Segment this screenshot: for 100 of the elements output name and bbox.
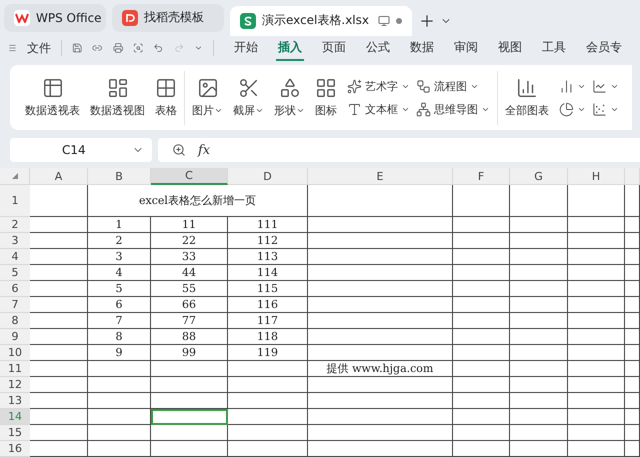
row-header[interactable]: 16 (0, 441, 30, 457)
table-cell (30, 361, 88, 377)
document-tab[interactable]: 找稻壳模板 (112, 4, 224, 32)
line-chart-icon[interactable] (592, 78, 607, 94)
ribbon-button[interactable]: 截屏 (233, 103, 255, 118)
table-cell: 112 (228, 233, 308, 249)
file-menu[interactable]: 文件 (26, 40, 51, 57)
column-header[interactable]: G (510, 168, 568, 185)
ribbon-button[interactable]: 思维导图 (434, 102, 478, 117)
table-icon[interactable] (155, 77, 177, 100)
ribbon-tab[interactable]: 会员专 (584, 36, 624, 61)
row-header[interactable]: 1 (0, 185, 30, 217)
row-header[interactable]: 6 (0, 281, 30, 297)
column-header[interactable]: B (88, 168, 151, 185)
table-cell (453, 249, 510, 265)
table-cell: 55 (151, 281, 228, 297)
document-tab[interactable]: 演示excel表格.xlsx (230, 6, 412, 36)
column-header[interactable]: F (453, 168, 510, 185)
table-cell (510, 345, 568, 361)
pie-chart-icon[interactable] (559, 102, 574, 117)
table-cell (510, 297, 568, 313)
row-header[interactable]: 12 (0, 377, 30, 393)
screenshot-icon[interactable] (238, 77, 260, 100)
table-cell (453, 233, 510, 249)
column-chart-icon[interactable] (559, 78, 574, 94)
ribbon-tab[interactable]: 公式 (364, 36, 392, 61)
table-cell (510, 377, 568, 393)
art-text-icon[interactable] (347, 78, 362, 94)
picture-icon[interactable] (196, 77, 218, 100)
row-header[interactable]: 11 (0, 361, 30, 377)
shapes-icon[interactable] (278, 77, 300, 100)
table-cell (453, 281, 510, 297)
table-cell (30, 249, 88, 265)
text-box-icon[interactable] (347, 102, 362, 117)
table-cell: 9 (88, 345, 151, 361)
ribbon-button[interactable]: 表格 (155, 103, 177, 118)
table-cell (625, 409, 640, 425)
unsaved-dot-icon (396, 18, 402, 24)
zoom-icon[interactable] (172, 143, 186, 158)
table-cell (510, 217, 568, 233)
table-cell: 2 (88, 233, 151, 249)
print-icon[interactable] (112, 41, 124, 56)
table-cell: 5 (88, 281, 151, 297)
ribbon-button[interactable]: 形状 (274, 103, 296, 118)
row-header[interactable]: 5 (0, 265, 30, 281)
row-header[interactable]: 15 (0, 425, 30, 441)
table-cell: 66 (151, 297, 228, 313)
column-header[interactable]: H (568, 168, 625, 185)
row-header[interactable]: 13 (0, 393, 30, 409)
row-header[interactable]: 4 (0, 249, 30, 265)
column-header[interactable]: E (308, 168, 453, 185)
name-box[interactable]: C14 (10, 138, 152, 162)
table-cell (625, 217, 640, 233)
row-header[interactable]: 8 (0, 313, 30, 329)
column-header[interactable]: D (228, 168, 308, 185)
formula-bar[interactable]: fx (158, 138, 640, 162)
ribbon-tab[interactable]: 页面 (320, 36, 348, 61)
table-cell (568, 361, 625, 377)
ribbon-tab[interactable]: 工具 (540, 36, 568, 61)
ribbon-tab[interactable]: 数据 (408, 36, 436, 61)
scatter-chart-icon[interactable] (592, 102, 607, 117)
ribbon-button[interactable]: 数据透视表 (25, 103, 80, 118)
table-cell (88, 441, 151, 457)
ribbon-tab[interactable]: 视图 (496, 36, 524, 61)
row-header[interactable]: 7 (0, 297, 30, 313)
select-all-icon[interactable] (12, 173, 18, 179)
ribbon-button[interactable]: 文本框 (365, 102, 398, 117)
ribbon-button[interactable]: 图片 (192, 103, 214, 118)
document-tab[interactable]: WPS Office (4, 4, 106, 32)
table-cell (510, 361, 568, 377)
ribbon-tab[interactable]: 插入 (276, 36, 304, 61)
row-header[interactable]: 2 (0, 217, 30, 233)
table-cell (625, 361, 640, 377)
ribbon-button[interactable]: 图标 (315, 103, 337, 118)
table-cell: 提供 www.hjga.com (308, 361, 453, 377)
ribbon-tab[interactable]: 审阅 (452, 36, 480, 61)
ribbon-button[interactable]: 全部图表 (505, 103, 549, 118)
monitor-icon[interactable] (378, 14, 390, 27)
column-header[interactable]: A (30, 168, 88, 185)
table-cell (625, 377, 640, 393)
row-header[interactable]: 9 (0, 329, 30, 345)
ribbon-tab[interactable]: 开始 (232, 36, 260, 61)
column-header[interactable]: C (151, 168, 228, 185)
table-cell (568, 329, 625, 345)
table-cell (510, 249, 568, 265)
spreadsheet-logo-icon (240, 12, 256, 29)
row-header[interactable]: 10 (0, 345, 30, 361)
table-cell: 119 (228, 345, 308, 361)
ribbon-button[interactable]: 数据透视图 (90, 103, 145, 118)
table-cell (510, 233, 568, 249)
function-label[interactable]: fx (198, 142, 210, 158)
row-header[interactable]: 3 (0, 233, 30, 249)
ribbon-button[interactable]: 流程图 (434, 78, 467, 94)
table-cell (510, 313, 568, 329)
bar-chart-icon[interactable] (516, 77, 538, 100)
table-cell: 3 (88, 249, 151, 265)
ribbon-button[interactable]: 艺术字 (365, 78, 398, 94)
mind-map-icon[interactable] (416, 102, 431, 117)
flowchart-icon[interactable] (416, 78, 431, 94)
pivot-table-icon[interactable] (42, 77, 64, 100)
